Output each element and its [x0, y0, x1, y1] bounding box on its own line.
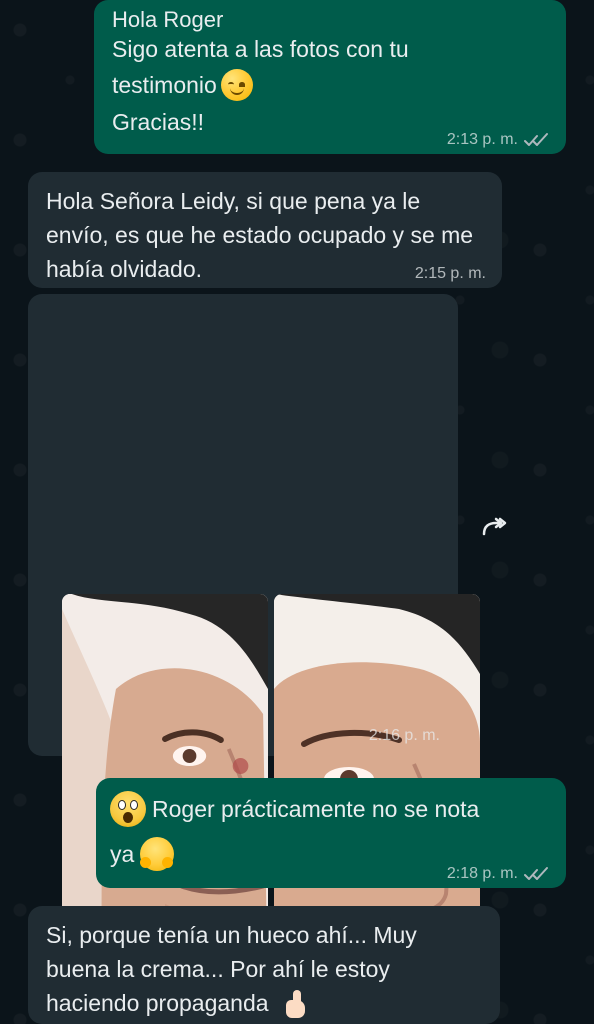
message-time-3: 2:16 p. m. [368, 727, 440, 744]
message-text-5: Si, porque tenía un hueco ahí... Muy bue… [46, 922, 417, 1016]
message-line-1: Hola Roger [112, 7, 224, 32]
message-bubble-5[interactable]: Si, porque tenía un hueco ahí... Muy bue… [28, 906, 500, 1024]
smiling-face-emoji-icon [220, 69, 253, 101]
message-meta-1: 2:13 p. m. [447, 130, 550, 150]
message-text-testimonio: testimonio [112, 72, 217, 98]
message-meta-3: 2:16 p. m. [369, 726, 440, 746]
message-text-5-wrap: Si, porque tenía un hueco ahí... Muy bue… [46, 918, 466, 1021]
face-screaming-emoji-icon [110, 791, 146, 827]
message-text-4a: Roger prácticamente no se nota [152, 796, 480, 822]
message-line-3: testimonio [112, 66, 548, 104]
message-time-4: 2:18 p. m. [446, 865, 518, 882]
message-time-1: 2:13 p. m. [446, 131, 518, 148]
message-meta-4: 2:18 p. m. [447, 864, 550, 884]
photo-message-bubble[interactable]: 2:16 p. m. [28, 294, 480, 1006]
thumbs-up-emoji-icon [281, 989, 309, 1021]
message-time-2: 2:15 p. m. [414, 265, 486, 282]
message-bubble-2[interactable]: Hola Señora Leidy, si que pena ya le env… [28, 172, 502, 288]
message-bubble-4[interactable]: Roger prácticamente no se nota ya 2:18 p… [96, 778, 566, 888]
double-check-icon [524, 867, 548, 880]
forward-icon [482, 517, 507, 536]
message-line-5: Roger prácticamente no se nota [110, 790, 548, 828]
message-meta-2: 2:15 p. m. [415, 264, 486, 284]
message-bubble-1[interactable]: Hola Roger Sigo atenta a las fotos con t… [94, 0, 566, 154]
message-text-4b: ya [110, 841, 135, 867]
hugging-face-emoji-icon [140, 837, 175, 871]
message-line-2: Sigo atenta a las fotos con tu [112, 36, 409, 62]
double-check-icon [524, 133, 548, 146]
forward-button[interactable] [472, 506, 516, 550]
